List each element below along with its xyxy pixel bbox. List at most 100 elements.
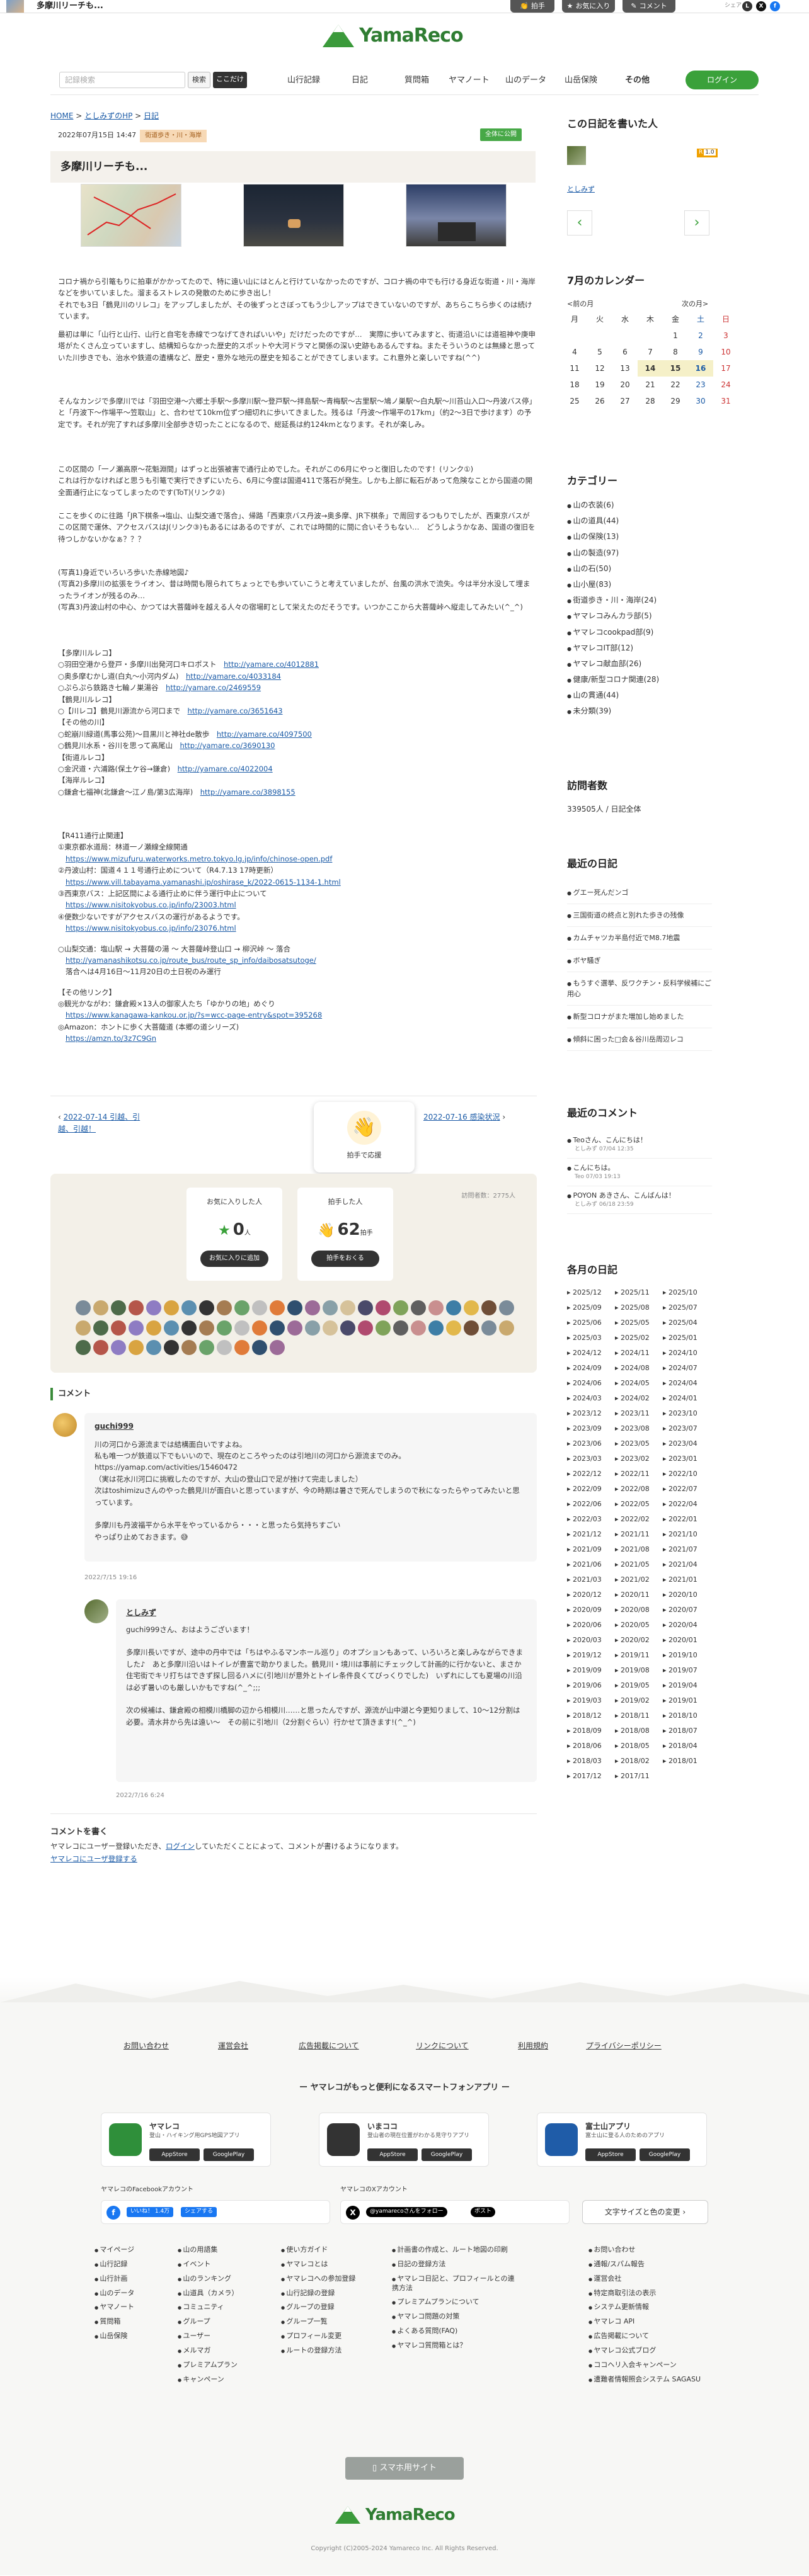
recent-comment-item[interactable]: ● POYON あきさん、こんばんは！ としみず 06/18 23:59 <box>567 1186 712 1214</box>
footer-sitemap-link[interactable]: ● 計画書の作成と、ルート地図の印刷 <box>392 2245 518 2255</box>
clap-top-button[interactable]: 👏 拍手 <box>510 0 554 13</box>
archive-month[interactable]: ▸ 2022/03 <box>567 1514 602 1524</box>
avatar-toshimizu[interactable] <box>84 1599 108 1623</box>
archive-month[interactable]: ▸ 2018/12 <box>567 1710 602 1721</box>
archive-month[interactable]: ▸ 2024/07 <box>663 1363 697 1373</box>
footer-sitemap-link[interactable]: ● システム更新情報 <box>588 2303 721 2312</box>
clapper-avatar[interactable] <box>323 1300 338 1315</box>
archive-month[interactable]: ▸ 2023/07 <box>663 1423 697 1434</box>
archive-month[interactable]: ▸ 2021/12 <box>567 1529 602 1540</box>
archive-month[interactable]: ▸ 2019/04 <box>663 1680 697 1691</box>
clapper-avatar[interactable] <box>393 1300 408 1315</box>
clapper-avatar[interactable] <box>129 1300 144 1315</box>
archive-month[interactable]: ▸ 2017/11 <box>615 1771 650 1781</box>
footer-sitemap-link[interactable]: ● コミュニティ <box>178 2303 253 2312</box>
comment-1-user[interactable]: guchi999 <box>95 1421 527 1433</box>
archive-month[interactable]: ▸ 2021/11 <box>615 1529 650 1540</box>
archive-month[interactable]: ▸ 2024/03 <box>567 1393 602 1404</box>
clapper-avatar[interactable] <box>358 1300 373 1315</box>
archive-month[interactable]: ▸ 2023/01 <box>663 1453 697 1464</box>
archive-month[interactable]: ▸ 2025/08 <box>615 1302 650 1313</box>
archive-month[interactable]: ▸ 2023/08 <box>615 1423 650 1434</box>
archive-month[interactable]: ▸ 2019/07 <box>663 1665 697 1676</box>
r411-item-link[interactable]: https://www.nisitokyobus.co.jp/info/2307… <box>66 924 236 933</box>
clapper-avatar[interactable] <box>181 1320 197 1336</box>
clapper-avatar[interactable] <box>270 1320 285 1336</box>
archive-month[interactable]: ▸ 2024/10 <box>663 1348 697 1358</box>
clapper-avatar[interactable] <box>305 1300 320 1315</box>
kokodake-button[interactable]: ここだけ <box>213 72 247 88</box>
category-item[interactable]: ● ヤマレコみんカラ部(5) <box>567 608 659 624</box>
archive-month[interactable]: ▸ 2018/02 <box>615 1756 650 1766</box>
archive-month[interactable]: ▸ 2025/05 <box>615 1317 650 1328</box>
footer-link[interactable]: 広告掲載について <box>299 2040 359 2052</box>
footer-sitemap-link[interactable]: ● 山の用語集 <box>178 2245 253 2255</box>
calendar-day[interactable]: 16 <box>688 360 713 377</box>
clapper-avatar[interactable] <box>76 1340 91 1356</box>
archive-month[interactable]: ▸ 2021/07 <box>663 1544 697 1555</box>
other-link-1[interactable]: https://www.kanagawa-kankou.or.jp/?s=wcc… <box>66 1011 322 1019</box>
nav-mountain-data[interactable]: 山のデータ <box>505 74 546 87</box>
clapper-avatar[interactable] <box>164 1320 179 1336</box>
register-link[interactable]: ヤマレコにユーザ登録する <box>50 1854 137 1865</box>
recent-diary-item[interactable]: ● グエー死んだンゴ <box>567 882 712 905</box>
archive-month[interactable]: ▸ 2022/04 <box>663 1499 697 1509</box>
archive-month[interactable]: ▸ 2023/05 <box>615 1438 650 1449</box>
archive-month[interactable]: ▸ 2018/03 <box>567 1756 602 1766</box>
archive-month[interactable]: ▸ 2017/12 <box>567 1771 602 1781</box>
record-link[interactable]: http://yamare.co/4097500 <box>217 730 312 739</box>
archive-month[interactable]: ▸ 2024/06 <box>567 1378 602 1388</box>
footer-sitemap-link[interactable]: ● ヤマレコへの参加登録 <box>281 2274 376 2284</box>
x-follow-button[interactable]: @yamarecoさんをフォロー <box>366 2207 447 2217</box>
write-comment-login-link[interactable]: ログイン <box>166 1842 195 1851</box>
category-item[interactable]: ● 山の貫通(44) <box>567 688 659 703</box>
clapper-avatar[interactable] <box>358 1320 373 1336</box>
footer-sitemap-link[interactable]: ● プロフィール変更 <box>281 2332 376 2341</box>
record-link[interactable]: http://yamare.co/3651643 <box>188 706 283 715</box>
nav-diary[interactable]: 日記 <box>352 74 368 87</box>
footer-sitemap-link[interactable]: ● ヤマレコ公式ブログ <box>588 2346 721 2356</box>
yamareco-logo[interactable]: YamaReco <box>321 21 464 51</box>
comment-top-button[interactable]: ✎ コメント <box>623 0 675 13</box>
r411-item-link[interactable]: https://www.mizufuru.waterworks.metro.to… <box>66 854 332 863</box>
category-item[interactable]: ● 山の石(50) <box>567 561 659 577</box>
clapper-avatar[interactable] <box>252 1340 267 1356</box>
archive-month[interactable]: ▸ 2025/07 <box>663 1302 697 1313</box>
recent-diary-item[interactable]: ● もうすぐ選挙、反ワクチン・反科学候補にご用心 <box>567 972 712 1006</box>
archive-month[interactable]: ▸ 2024/04 <box>663 1378 697 1388</box>
footer-sitemap-link[interactable]: ● ヤマレコ質問箱とは？ <box>392 2341 518 2351</box>
recent-diary-item[interactable]: ● 三国街道の終点と別れた歩きの残像 <box>567 904 712 928</box>
archive-month[interactable]: ▸ 2021/05 <box>615 1559 650 1570</box>
appstore-button[interactable]: AppStore <box>149 2148 200 2161</box>
googleplay-button[interactable]: GooglePlay <box>640 2148 690 2161</box>
facebook-share-icon[interactable]: f <box>770 1 780 11</box>
footer-sitemap-link[interactable]: ● グループ一覧 <box>281 2317 376 2327</box>
clapper-avatar[interactable] <box>234 1300 250 1315</box>
category-item[interactable]: ● ヤマレコIT部(12) <box>567 640 659 656</box>
googleplay-button[interactable]: GooglePlay <box>204 2148 254 2161</box>
archive-month[interactable]: ▸ 2022/01 <box>663 1514 697 1524</box>
clapper-avatar[interactable] <box>287 1320 302 1336</box>
clapper-avatar[interactable] <box>217 1320 232 1336</box>
clapper-avatar[interactable] <box>129 1320 144 1336</box>
archive-month[interactable]: ▸ 2025/10 <box>663 1287 697 1298</box>
footer-sitemap-link[interactable]: ● メルマガ <box>178 2346 253 2356</box>
archive-month[interactable]: ▸ 2022/10 <box>663 1468 697 1479</box>
archive-month[interactable]: ▸ 2019/09 <box>567 1665 602 1676</box>
footer-sitemap-link[interactable]: ● 山のデータ <box>95 2289 151 2298</box>
clapper-avatar[interactable] <box>111 1320 126 1336</box>
footer-sitemap-link[interactable]: ● ヤマレコ API <box>588 2317 721 2327</box>
footer-link[interactable]: プライバシーポリシー <box>586 2040 662 2052</box>
record-link[interactable]: http://yamare.co/3898155 <box>200 788 295 797</box>
footer-sitemap-link[interactable]: ● 山行計画 <box>95 2274 151 2284</box>
archive-month[interactable]: ▸ 2019/10 <box>663 1650 697 1660</box>
next-entry-link[interactable]: 2022-07-16 感染状況 <box>423 1113 500 1121</box>
archive-month[interactable]: ▸ 2022/12 <box>567 1468 602 1479</box>
archive-month[interactable]: ▸ 2024/08 <box>615 1363 650 1373</box>
archive-month[interactable]: ▸ 2025/03 <box>567 1332 602 1343</box>
footer-sitemap-link[interactable]: ● ルートの登録方法 <box>281 2346 376 2356</box>
prev-entry[interactable]: ‹ 2022-07-14 引越、引越、引越！ <box>58 1111 152 1135</box>
category-item[interactable]: ● ヤマレコ献血部(26) <box>567 656 659 672</box>
footer-sitemap-link[interactable]: ● ヤマレコ日記と、プロフィールとの連携方法 <box>392 2274 518 2293</box>
calendar-prev-month[interactable]: <前の月 <box>567 298 594 309</box>
